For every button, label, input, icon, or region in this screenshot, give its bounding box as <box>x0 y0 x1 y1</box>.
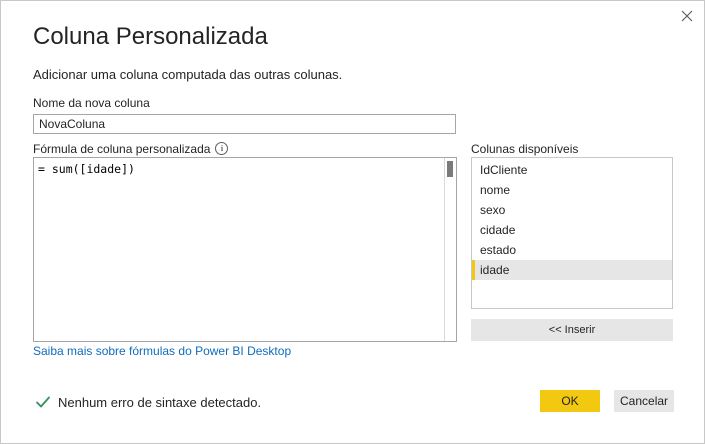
column-item-estado[interactable]: estado <box>472 240 672 260</box>
custom-column-dialog: Coluna Personalizada Adicionar uma colun… <box>0 0 705 444</box>
column-item-cidade[interactable]: cidade <box>472 220 672 240</box>
formula-editor[interactable]: = sum([idade]) <box>33 157 457 342</box>
syntax-status: Nenhum erro de sintaxe detectado. <box>35 394 261 410</box>
available-columns-list[interactable]: IdCliente nome sexo cidade estado idade <box>471 157 673 309</box>
column-item-sexo[interactable]: sexo <box>472 200 672 220</box>
learn-more-link[interactable]: Saiba mais sobre fórmulas do Power BI De… <box>33 344 291 358</box>
dialog-title: Coluna Personalizada <box>33 23 268 50</box>
editor-scrollbar[interactable] <box>444 158 456 341</box>
column-item-idade[interactable]: idade <box>472 260 672 280</box>
close-button[interactable] <box>676 5 698 27</box>
cancel-button[interactable]: Cancelar <box>614 390 674 412</box>
checkmark-icon <box>36 396 50 408</box>
editor-scroll-thumb[interactable] <box>447 161 453 177</box>
insert-button[interactable]: << Inserir <box>471 319 673 341</box>
formula-label-row: Fórmula de coluna personalizada i <box>33 142 229 156</box>
column-name-input[interactable] <box>33 114 456 134</box>
formula-label: Fórmula de coluna personalizada <box>33 142 211 156</box>
column-name-label: Nome da nova coluna <box>33 96 150 110</box>
ok-button[interactable]: OK <box>540 390 600 412</box>
dialog-subtitle: Adicionar uma coluna computada das outra… <box>33 67 343 82</box>
formula-text[interactable]: = sum([idade]) <box>38 162 135 176</box>
close-icon <box>681 10 693 22</box>
column-item-nome[interactable]: nome <box>472 180 672 200</box>
column-item-idcliente[interactable]: IdCliente <box>472 160 672 180</box>
info-icon[interactable]: i <box>215 142 229 156</box>
syntax-status-text: Nenhum erro de sintaxe detectado. <box>58 394 262 410</box>
available-columns-label: Colunas disponíveis <box>471 142 579 156</box>
